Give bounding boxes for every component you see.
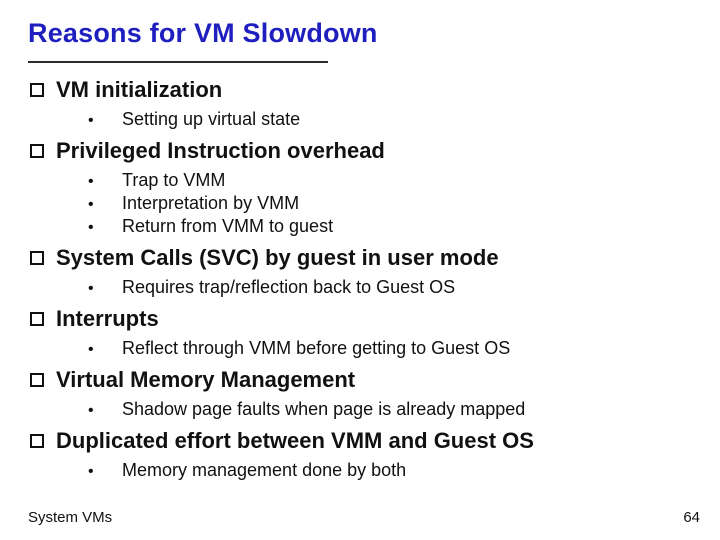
dot-bullet-icon: • <box>82 463 122 481</box>
list-item: VM initialization <box>30 77 692 103</box>
footer: System VMs 64 <box>28 509 700 526</box>
sub-list: • Memory management done by both <box>30 460 692 481</box>
dot-bullet-icon: • <box>82 173 122 191</box>
sub-list: • Reflect through VMM before getting to … <box>30 338 692 359</box>
list-item: Privileged Instruction overhead <box>30 138 692 164</box>
slide-title: Reasons for VM Slowdown <box>28 18 692 49</box>
dot-bullet-icon: • <box>82 402 122 420</box>
sub-item-text: Trap to VMM <box>122 170 225 191</box>
section-heading: VM initialization <box>56 77 222 103</box>
list-item: Duplicated effort between VMM and Guest … <box>30 428 692 454</box>
page-number: 64 <box>683 509 700 526</box>
section-heading: Duplicated effort between VMM and Guest … <box>56 428 534 454</box>
section-heading: Interrupts <box>56 306 159 332</box>
sub-item-text: Memory management done by both <box>122 460 406 481</box>
sub-list: • Shadow page faults when page is alread… <box>30 399 692 420</box>
square-bullet-icon <box>30 144 44 158</box>
list-item: • Shadow page faults when page is alread… <box>82 399 692 420</box>
list-item: • Reflect through VMM before getting to … <box>82 338 692 359</box>
list-item: • Setting up virtual state <box>82 109 692 130</box>
list-item: • Return from VMM to guest <box>82 216 692 237</box>
list-item: • Memory management done by both <box>82 460 692 481</box>
footer-text: System VMs <box>28 509 112 526</box>
square-bullet-icon <box>30 83 44 97</box>
sub-item-text: Return from VMM to guest <box>122 216 333 237</box>
list-item: System Calls (SVC) by guest in user mode <box>30 245 692 271</box>
square-bullet-icon <box>30 373 44 387</box>
sub-item-text: Interpretation by VMM <box>122 193 299 214</box>
sub-item-text: Shadow page faults when page is already … <box>122 399 525 420</box>
title-rule <box>28 61 328 63</box>
square-bullet-icon <box>30 312 44 326</box>
dot-bullet-icon: • <box>82 112 122 130</box>
dot-bullet-icon: • <box>82 280 122 298</box>
section-heading: Privileged Instruction overhead <box>56 138 385 164</box>
dot-bullet-icon: • <box>82 219 122 237</box>
slide: Reasons for VM Slowdown VM initializatio… <box>0 0 720 540</box>
sub-list: • Trap to VMM • Interpretation by VMM • … <box>30 170 692 237</box>
square-bullet-icon <box>30 251 44 265</box>
list-item: • Trap to VMM <box>82 170 692 191</box>
sub-item-text: Reflect through VMM before getting to Gu… <box>122 338 510 359</box>
dot-bullet-icon: • <box>82 341 122 359</box>
content-area: VM initialization • Setting up virtual s… <box>28 77 692 481</box>
list-item: Interrupts <box>30 306 692 332</box>
list-item: • Requires trap/reflection back to Guest… <box>82 277 692 298</box>
square-bullet-icon <box>30 434 44 448</box>
section-heading: Virtual Memory Management <box>56 367 355 393</box>
sub-item-text: Setting up virtual state <box>122 109 300 130</box>
dot-bullet-icon: • <box>82 196 122 214</box>
list-item: Virtual Memory Management <box>30 367 692 393</box>
sub-list: • Requires trap/reflection back to Guest… <box>30 277 692 298</box>
list-item: • Interpretation by VMM <box>82 193 692 214</box>
section-heading: System Calls (SVC) by guest in user mode <box>56 245 499 271</box>
sub-item-text: Requires trap/reflection back to Guest O… <box>122 277 455 298</box>
sub-list: • Setting up virtual state <box>30 109 692 130</box>
